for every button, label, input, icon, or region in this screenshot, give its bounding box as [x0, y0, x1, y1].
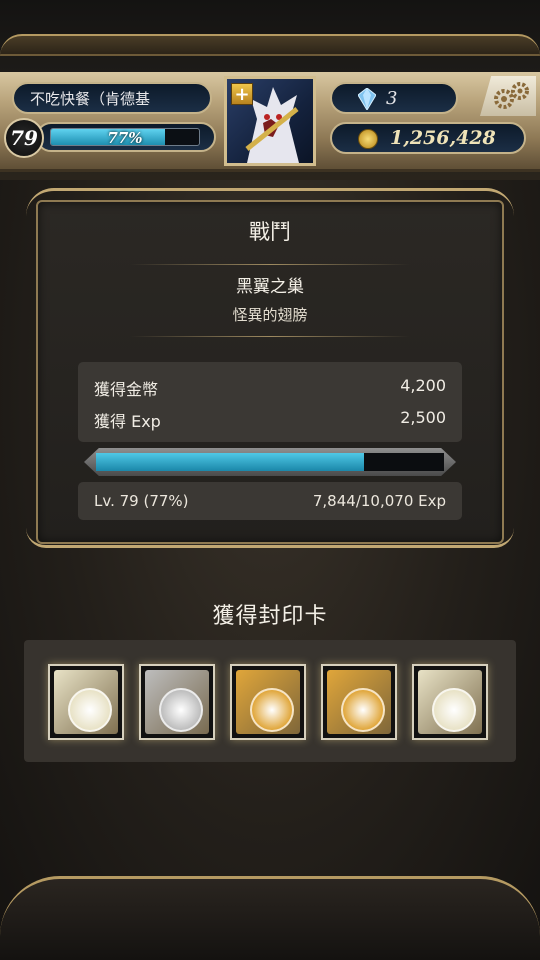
stage-name: 黑翼之巢 [236, 277, 304, 297]
seal-emblem-icon [432, 688, 476, 732]
reward-label: 獲得 Exp [94, 412, 161, 431]
level-info: Lv. 79 (77%) 7,844/10,070 Exp [78, 482, 462, 520]
xp-bar: 77% [50, 128, 200, 146]
plus-icon[interactable]: + [231, 83, 253, 105]
seal-card-face [418, 670, 482, 734]
seal-card-face [145, 670, 209, 734]
divider-top [130, 264, 410, 265]
seal-card[interactable] [139, 664, 215, 740]
xp-percent: 77% [107, 129, 143, 146]
panel-ornament-bottom [26, 528, 514, 548]
reward-label: 獲得金幣 [94, 380, 159, 399]
bottom-frame [0, 876, 540, 960]
coin-counter: 1,256,428 [330, 122, 526, 154]
coin-icon [358, 129, 378, 149]
stage-subtitle: 怪異的翅膀 [232, 306, 308, 324]
seal-card-face [236, 670, 300, 734]
exp-progress-track [96, 453, 444, 471]
gem-icon [358, 88, 376, 110]
gear-icon [494, 82, 529, 109]
seal-emblem-icon [341, 688, 385, 732]
cards-container [24, 640, 516, 762]
seal-emblem-icon [250, 688, 294, 732]
exp-text: 7,844/10,070 Exp [312, 492, 446, 510]
reward-value: 4,200 [400, 376, 446, 395]
reward-value: 2,500 [400, 408, 446, 427]
battle-title: 戰鬥 [249, 220, 291, 244]
reward-row-exp: 獲得 Exp 2,500 [94, 408, 446, 432]
panel-ornament-top [26, 188, 514, 216]
seal-emblem-icon [159, 688, 203, 732]
reward-row-gold: 獲得金幣 4,200 [94, 376, 446, 400]
reward-box: 獲得金幣 4,200 獲得 Exp 2,500 [78, 362, 462, 442]
divider-bottom [130, 336, 410, 337]
seal-card[interactable] [230, 664, 306, 740]
gem-counter: 3 [330, 82, 458, 114]
character-portrait[interactable]: + [224, 76, 316, 166]
player-name[interactable]: 不吃快餐（肯德基 [12, 82, 212, 114]
seal-card-face [54, 670, 118, 734]
seal-card[interactable] [412, 664, 488, 740]
level-text: Lv. 79 (77%) [94, 492, 189, 510]
xp-pill: 77% [36, 122, 216, 152]
seal-emblem-icon [68, 688, 112, 732]
gem-count: 3 [386, 87, 398, 109]
seal-card[interactable] [48, 664, 124, 740]
seal-card[interactable] [321, 664, 397, 740]
top-ornament [0, 34, 540, 56]
cards-title: 獲得封印卡 [212, 604, 328, 629]
coin-count: 1,256,428 [390, 127, 496, 149]
player-level-badge: 79 [4, 118, 44, 158]
exp-progress-bar [84, 448, 456, 476]
seal-card-face [327, 670, 391, 734]
exp-progress-fill [96, 453, 364, 471]
